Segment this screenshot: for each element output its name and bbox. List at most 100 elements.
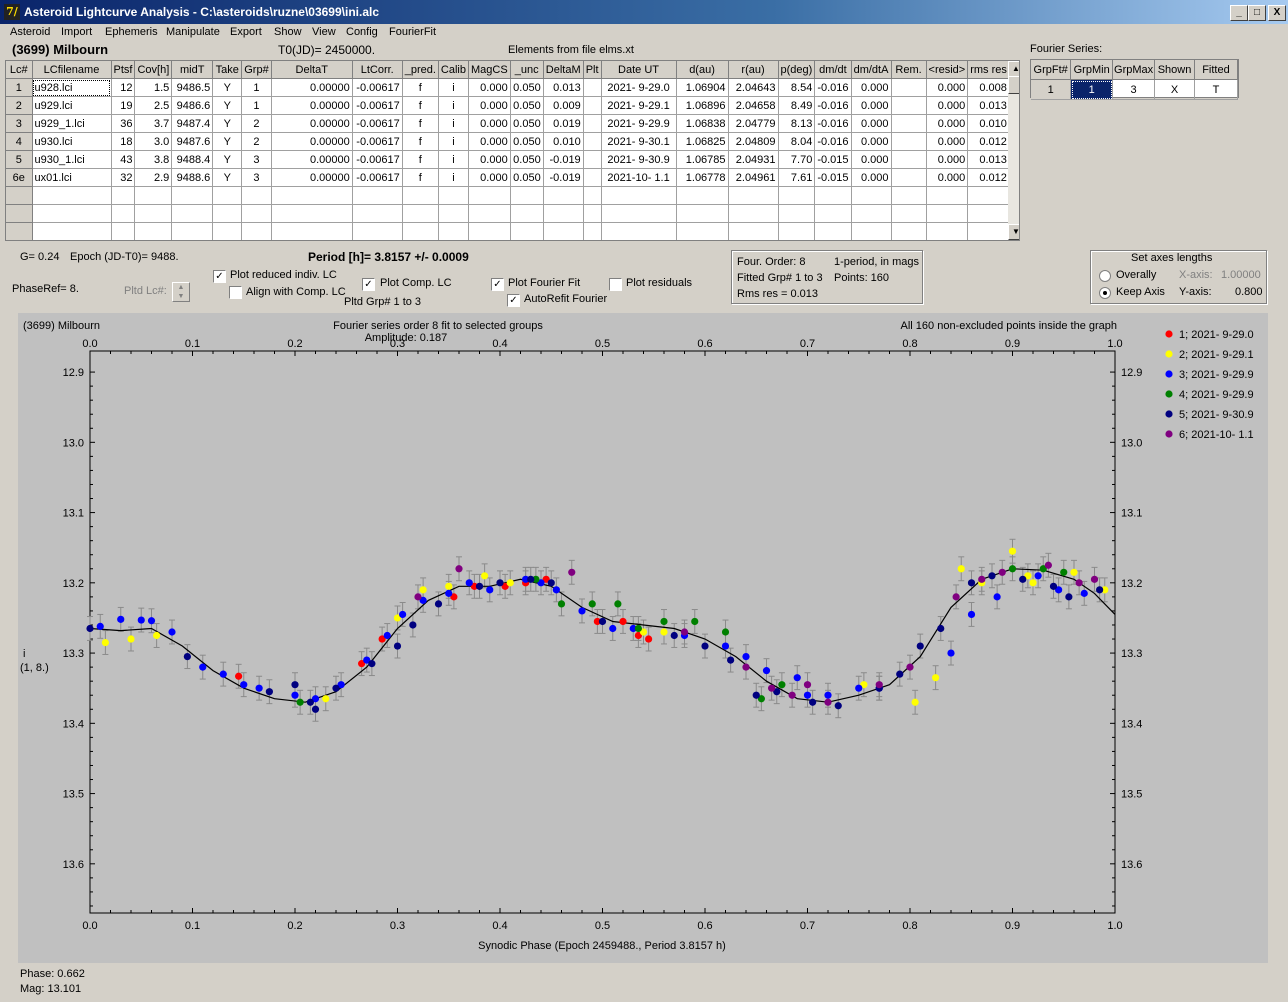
cell-shown[interactable]: X bbox=[1154, 79, 1195, 100]
table-cell[interactable]: u929.lci bbox=[32, 96, 112, 115]
row-header[interactable]: 5 bbox=[6, 150, 33, 169]
table-cell[interactable]: f bbox=[402, 150, 439, 169]
align-comp-checkbox[interactable] bbox=[229, 286, 242, 299]
table-cell[interactable]: 0.000 bbox=[926, 114, 969, 133]
table-cell[interactable] bbox=[543, 186, 584, 205]
col-header[interactable]: d(au) bbox=[676, 61, 729, 79]
table-cell[interactable]: 0.019 bbox=[543, 114, 584, 133]
scroll-thumb[interactable] bbox=[1008, 76, 1019, 94]
table-cell[interactable]: 7.70 bbox=[778, 150, 816, 169]
table-cell[interactable] bbox=[271, 222, 353, 240]
plot-comp-checkbox[interactable]: ✓ bbox=[362, 278, 375, 291]
row-header[interactable]: 3 bbox=[6, 114, 33, 133]
table-cell[interactable]: 7.61 bbox=[778, 168, 816, 187]
table-cell[interactable]: 3.7 bbox=[134, 114, 173, 133]
table-cell[interactable]: 2.04961 bbox=[728, 168, 779, 187]
menu-config[interactable]: Config bbox=[346, 26, 378, 38]
table-cell[interactable]: 0.000 bbox=[851, 150, 892, 169]
table-cell[interactable] bbox=[402, 186, 439, 205]
row-header[interactable]: 6e bbox=[6, 168, 33, 187]
table-cell[interactable]: 0.012 bbox=[967, 132, 1010, 151]
table-cell[interactable] bbox=[814, 222, 852, 240]
col-header[interactable]: GrpMin bbox=[1070, 60, 1114, 80]
table-cell[interactable]: 0.00000 bbox=[271, 150, 353, 169]
table-cell[interactable]: 0.050 bbox=[510, 150, 544, 169]
table-cell[interactable]: i bbox=[438, 96, 470, 115]
table-cell[interactable]: 3.8 bbox=[134, 150, 173, 169]
table-cell[interactable]: 0.013 bbox=[543, 78, 584, 97]
plot-residuals-checkbox[interactable] bbox=[609, 278, 622, 291]
table-cell[interactable] bbox=[728, 204, 779, 223]
table-row[interactable]: 2 u929.lci 19 2.5 9486.6 Y 1 0.00000 -0.00617 f i 0… bbox=[6, 96, 1010, 115]
table-cell[interactable] bbox=[851, 204, 892, 223]
table-cell[interactable]: 2021- 9-29.9 bbox=[601, 114, 677, 133]
table-cell[interactable]: 2.04809 bbox=[728, 132, 779, 151]
table-row[interactable] bbox=[6, 241, 1009, 242]
row-header[interactable]: 4 bbox=[6, 132, 33, 151]
table-cell[interactable]: 2021-10- 1.1 bbox=[601, 168, 677, 187]
table-cell[interactable]: i bbox=[438, 168, 470, 187]
table-cell[interactable]: -0.00617 bbox=[352, 150, 403, 169]
table-cell[interactable]: 0.050 bbox=[510, 96, 544, 115]
scroll-up-icon[interactable]: ▲ bbox=[1008, 61, 1019, 77]
table-cell[interactable]: 1 bbox=[241, 78, 272, 97]
table-cell[interactable]: 43 bbox=[111, 150, 136, 169]
table-cell[interactable] bbox=[891, 78, 927, 97]
col-header[interactable]: DeltaT bbox=[271, 61, 353, 79]
table-cell[interactable]: 0.000 bbox=[468, 168, 511, 187]
table-cell[interactable]: 2.04658 bbox=[728, 96, 779, 115]
table-cell[interactable] bbox=[438, 186, 470, 205]
table-cell[interactable] bbox=[891, 96, 927, 115]
table-cell[interactable] bbox=[134, 222, 173, 240]
table-cell[interactable] bbox=[402, 241, 438, 242]
table-cell[interactable] bbox=[728, 241, 778, 242]
col-header[interactable]: Grp# bbox=[241, 61, 272, 79]
table-cell[interactable]: 0.000 bbox=[851, 96, 892, 115]
table-cell[interactable] bbox=[583, 132, 602, 151]
lightcurve-table[interactable]: Lc# LCfilename Ptsf Cov[h] midT Take Grp… bbox=[5, 60, 1020, 241]
x-axis-value[interactable]: 1.00000 bbox=[1221, 269, 1261, 281]
table-cell[interactable] bbox=[583, 222, 602, 240]
table-cell[interactable]: 8.04 bbox=[778, 132, 816, 151]
table-cell[interactable]: 3 bbox=[241, 150, 272, 169]
table-cell[interactable] bbox=[851, 186, 892, 205]
table-cell[interactable]: 2 bbox=[241, 114, 272, 133]
table-cell[interactable]: 0.012 bbox=[967, 168, 1010, 187]
table-cell[interactable]: 0.000 bbox=[468, 96, 511, 115]
table-cell[interactable]: 0.000 bbox=[926, 132, 969, 151]
table-cell[interactable]: 0.000 bbox=[851, 132, 892, 151]
table-cell[interactable] bbox=[728, 222, 779, 240]
table-cell[interactable] bbox=[926, 222, 969, 240]
overally-radio[interactable] bbox=[1099, 270, 1111, 282]
table-cell[interactable] bbox=[111, 186, 136, 205]
table-cell[interactable]: 0.010 bbox=[967, 114, 1010, 133]
menu-show[interactable]: Show bbox=[274, 26, 302, 38]
table-cell[interactable]: 2021- 9-29.0 bbox=[601, 78, 677, 97]
table-cell[interactable] bbox=[468, 204, 511, 223]
table-cell[interactable] bbox=[814, 186, 852, 205]
table-cell[interactable] bbox=[352, 222, 403, 240]
table-cell[interactable] bbox=[213, 241, 242, 242]
table-cell[interactable] bbox=[891, 150, 927, 169]
table-cell[interactable] bbox=[778, 204, 816, 223]
table-cell[interactable] bbox=[967, 186, 1010, 205]
table-row[interactable]: 6e ux01.lci 32 2.9 9488.6 Y 3 0.00000 -0.00617 f i… bbox=[6, 168, 1010, 187]
table-cell[interactable]: 12 bbox=[111, 78, 136, 97]
table-cell[interactable]: 0.009 bbox=[543, 96, 584, 115]
table-cell[interactable] bbox=[926, 186, 969, 205]
col-header[interactable]: dm/dtA bbox=[851, 61, 892, 79]
table-cell[interactable] bbox=[402, 204, 439, 223]
table-cell[interactable] bbox=[815, 241, 851, 242]
table-cell[interactable]: u929_1.lci bbox=[32, 114, 112, 133]
table-cell[interactable] bbox=[967, 222, 1010, 240]
table-cell[interactable] bbox=[171, 186, 214, 205]
table-cell[interactable]: u930.lci bbox=[32, 132, 112, 151]
table-cell[interactable] bbox=[601, 186, 677, 205]
table-cell[interactable] bbox=[172, 241, 213, 242]
table-cell[interactable] bbox=[352, 186, 403, 205]
table-cell[interactable]: Y bbox=[212, 78, 243, 97]
table-row[interactable] bbox=[6, 204, 1010, 223]
table-cell[interactable] bbox=[583, 150, 602, 169]
row-header[interactable] bbox=[6, 222, 33, 240]
table-row[interactable]: 5 u930_1.lci 43 3.8 9488.4 Y 3 0.00000 -0.00617 f… bbox=[6, 150, 1010, 169]
